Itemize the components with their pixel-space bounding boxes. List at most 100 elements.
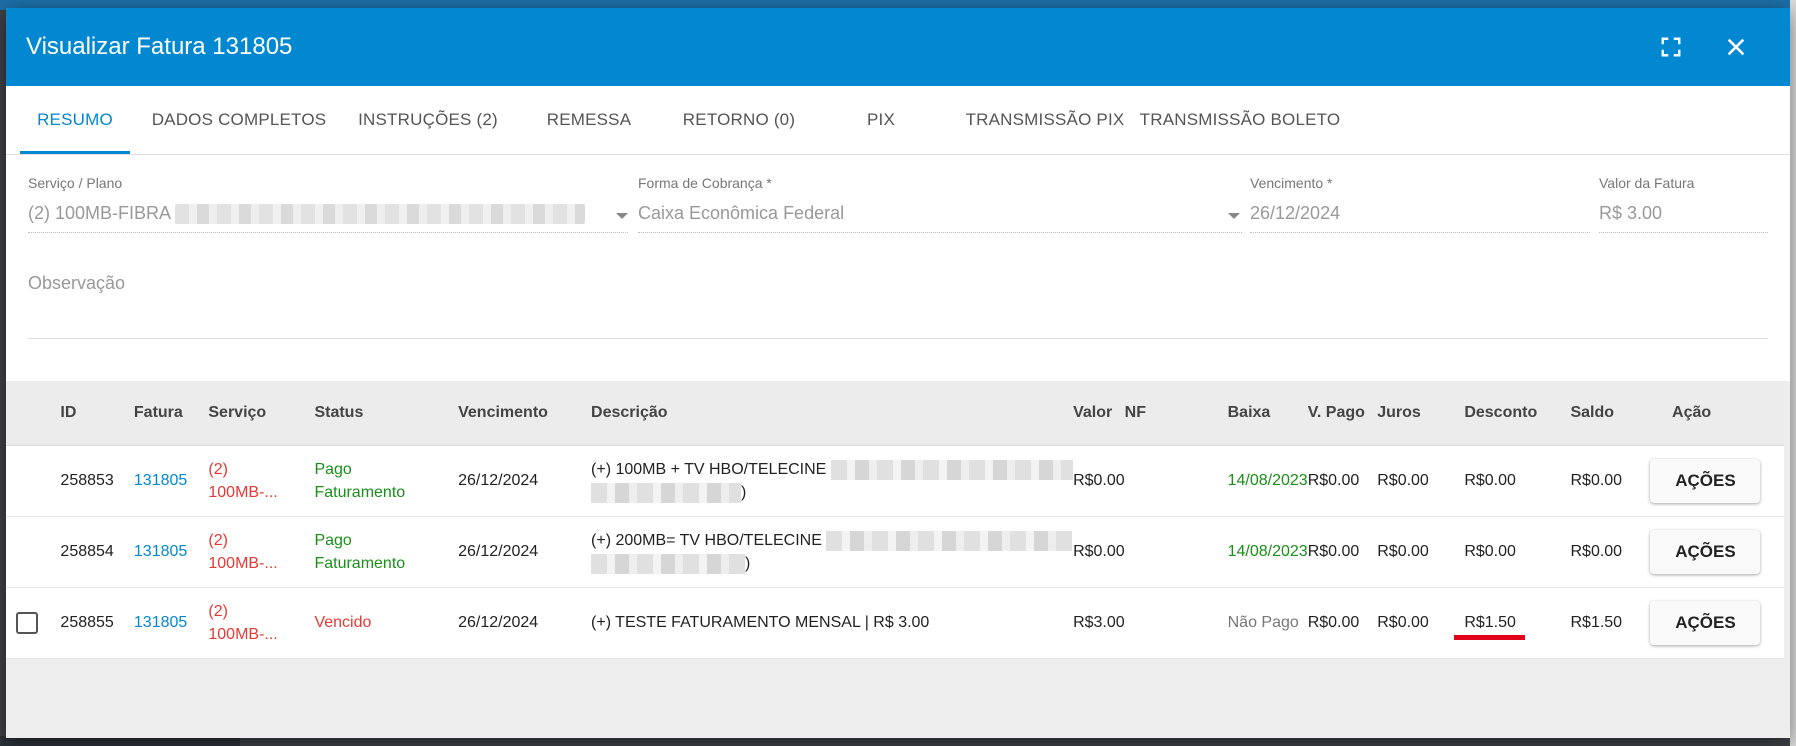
v-pago-cell: R$0.00 <box>1307 516 1378 588</box>
header-status[interactable]: Status <box>314 381 459 446</box>
servico-label: Serviço / Plano <box>28 175 123 191</box>
fatura-link[interactable]: 131805 <box>133 445 209 517</box>
servico-field[interactable]: Serviço / Plano (2) 100MB-FIBRA <box>28 175 628 233</box>
vencimento-cell: 26/12/2024 <box>458 587 592 659</box>
header-vencimento[interactable]: Vencimento <box>458 381 592 446</box>
fatura-link[interactable]: 131805 <box>133 587 209 659</box>
fatura-link[interactable]: 131805 <box>133 516 209 588</box>
vencimento-value: 26/12/2024 <box>1250 203 1341 223</box>
tab-dados-completos[interactable]: DADOS COMPLETOS <box>130 88 348 154</box>
valor-fatura-field[interactable]: Valor da Fatura R$ 3.00 <box>1599 175 1768 233</box>
juros-cell: R$0.00 <box>1377 587 1465 659</box>
parcelas-table: ID Fatura Serviço Status Vencimento Desc… <box>6 381 1784 659</box>
close-button[interactable] <box>1719 30 1753 64</box>
header-fatura[interactable]: Fatura <box>133 381 209 446</box>
forma-cobranca-value: Caixa Econômica Federal <box>638 203 845 223</box>
vencimento-field[interactable]: Vencimento * 26/12/2024 <box>1250 175 1590 233</box>
header-desconto[interactable]: Desconto <box>1464 381 1571 446</box>
tab-retorno[interactable]: RETORNO (0) <box>670 88 808 154</box>
header-nf[interactable]: NF <box>1124 381 1228 446</box>
header-v-pago[interactable]: V. Pago <box>1307 381 1378 446</box>
observacao-input[interactable]: Observação <box>28 273 125 294</box>
saldo-acao-cell: R$1.50 AÇÕES <box>1570 587 1784 659</box>
desconto-cell: R$0.00 <box>1464 445 1571 517</box>
valor-fatura-label: Valor da Fatura <box>1599 175 1695 191</box>
tab-transmissao-boleto[interactable]: TRANSMISSÃO BOLETO <box>1136 88 1344 154</box>
dialog-header: Visualizar Fatura 131805 <box>6 8 1790 86</box>
baixa-cell: 14/08/2023 <box>1227 516 1308 588</box>
header-servico[interactable]: Serviço <box>208 381 315 446</box>
desconto-value-highlighted: R$1.50 <box>1454 614 1525 640</box>
vencimento-cell: 26/12/2024 <box>458 445 592 517</box>
invoice-dialog: Visualizar Fatura 131805 RESUMO DADOS CO… <box>6 8 1790 738</box>
descricao-cell: (+) TESTE FATURAMENTO MENSAL | R$ 3.00 <box>591 587 1074 659</box>
header-descricao[interactable]: Descrição <box>591 381 1074 446</box>
row-checkbox[interactable] <box>16 612 38 634</box>
saldo-acao-cell: R$0.00 AÇÕES <box>1570 516 1784 588</box>
desconto-cell: R$1.50 <box>1454 587 1571 659</box>
table-row[interactable]: 258855 131805 (2) 100MB-... Vencido 26/12… <box>6 587 1784 659</box>
acoes-button[interactable]: AÇÕES <box>1650 530 1761 574</box>
baixa-cell: 14/08/2023 <box>1227 445 1308 517</box>
table-row[interactable]: 258854 131805 (2) 100MB-... Pago Faturamen… <box>6 516 1784 588</box>
table-row[interactable]: 258853 131805 (2) 100MB-... Pago Faturamen… <box>6 445 1784 517</box>
valor-fatura-value: R$ 3.00 <box>1599 203 1663 223</box>
acoes-button[interactable]: AÇÕES <box>1650 601 1761 645</box>
desconto-cell: R$0.00 <box>1464 516 1571 588</box>
tab-bar: RESUMO DADOS COMPLETOS INSTRUÇÕES (2) RE… <box>6 86 1790 155</box>
v-pago-cell: R$0.00 <box>1307 445 1378 517</box>
backdrop-edge <box>1790 0 1796 746</box>
nf-cell <box>1124 445 1228 517</box>
redacted-text <box>591 482 742 503</box>
header-acao: Ação <box>1672 404 1712 421</box>
servico-cell: (2) 100MB-... <box>208 587 315 659</box>
dialog-footer <box>6 659 1790 731</box>
valor-cell: R$3.00 <box>1073 587 1125 659</box>
nf-cell <box>1124 516 1228 588</box>
redacted-text <box>826 530 1073 551</box>
tab-transmissao-pix[interactable]: TRANSMISSÃO PIX <box>954 88 1136 154</box>
header-juros[interactable]: Juros <box>1377 381 1465 446</box>
invoice-form: Serviço / Plano (2) 100MB-FIBRA Forma de… <box>6 155 1790 381</box>
fullscreen-button[interactable] <box>1654 30 1688 64</box>
saldo-value: R$1.50 <box>1570 614 1623 631</box>
header-baixa[interactable]: Baixa <box>1227 381 1308 446</box>
status-cell: Pago Faturamento <box>314 516 459 588</box>
saldo-value: R$0.00 <box>1570 543 1623 560</box>
chevron-down-icon <box>1228 213 1240 219</box>
servico-value: (2) 100MB-FIBRA <box>28 203 171 223</box>
redacted-text <box>175 204 586 225</box>
row-id: 258853 <box>60 445 134 517</box>
dialog-title: Visualizar Fatura 131805 <box>26 33 293 60</box>
redacted-text <box>830 459 1073 480</box>
tab-instrucoes[interactable]: INSTRUÇÕES (2) <box>348 88 508 154</box>
baixa-cell: Não Pago <box>1227 587 1308 659</box>
descricao-cell: (+) 100MB + TV HBO/TELECINE ) <box>591 445 1074 517</box>
juros-cell: R$0.00 <box>1377 516 1465 588</box>
header-saldo[interactable]: Saldo <box>1570 404 1614 421</box>
juros-cell: R$0.00 <box>1377 445 1465 517</box>
saldo-acao-cell: R$0.00 AÇÕES <box>1570 445 1784 517</box>
tab-pix[interactable]: PIX <box>808 88 954 154</box>
table-header-row: ID Fatura Serviço Status Vencimento Desc… <box>6 381 1784 446</box>
row-id: 258854 <box>60 516 134 588</box>
header-id[interactable]: ID <box>60 381 134 446</box>
tab-resumo[interactable]: RESUMO <box>20 88 130 154</box>
vencimento-cell: 26/12/2024 <box>458 516 592 588</box>
header-saldo-acao: Saldo Ação <box>1570 381 1784 446</box>
header-valor[interactable]: Valor <box>1073 381 1125 446</box>
servico-cell: (2) 100MB-... <box>208 516 315 588</box>
forma-cobranca-label: Forma de Cobrança * <box>638 175 772 191</box>
valor-cell: R$0.00 <box>1073 445 1125 517</box>
fullscreen-icon <box>1661 37 1681 57</box>
status-cell: Vencido <box>314 587 459 659</box>
nf-cell <box>1124 587 1228 659</box>
acoes-button[interactable]: AÇÕES <box>1650 459 1761 503</box>
row-id: 258855 <box>60 587 134 659</box>
valor-cell: R$0.00 <box>1073 516 1125 588</box>
vencimento-label: Vencimento * <box>1250 175 1333 191</box>
tab-remessa[interactable]: REMESSA <box>508 88 670 154</box>
close-icon <box>1727 38 1745 56</box>
forma-cobranca-field[interactable]: Forma de Cobrança * Caixa Econômica Fede… <box>638 175 1242 233</box>
status-cell: Pago Faturamento <box>314 445 459 517</box>
